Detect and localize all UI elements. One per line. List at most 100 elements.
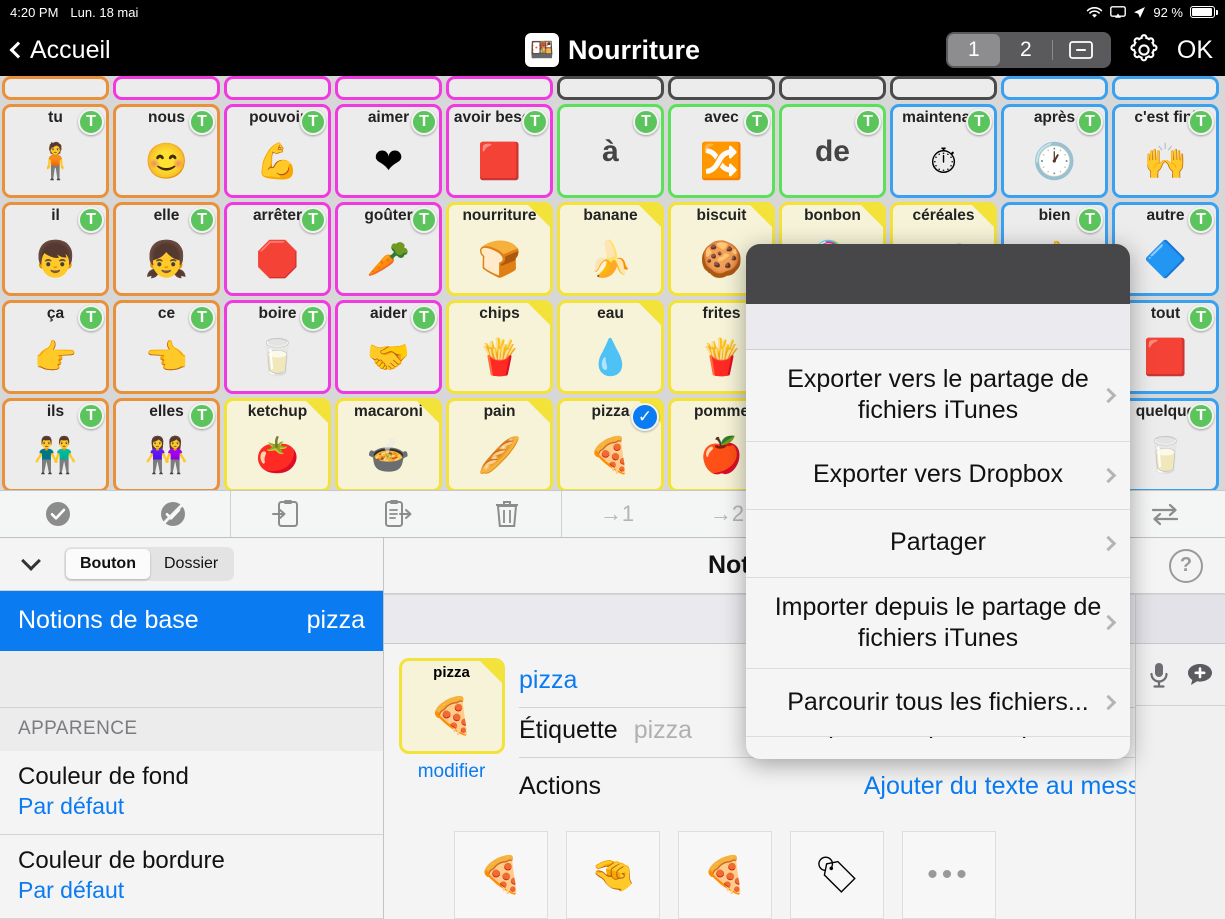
grid-cell[interactable] <box>557 76 664 100</box>
grid-cell-ce[interactable]: ce 👈 T <box>113 300 220 394</box>
grid-cell-art: 👈 <box>144 337 189 377</box>
image-picker-row: 🍕 🤏 🍕 🏷 ••• <box>384 817 1225 919</box>
text-badge: T <box>411 305 437 331</box>
gear-icon[interactable] <box>1125 31 1163 69</box>
grid-cell-label: avec <box>704 109 739 126</box>
grid-cell-art: 🟥 <box>1143 337 1188 377</box>
setting-border-color[interactable]: Couleur de bordure Par défaut <box>0 835 383 919</box>
grid-cell[interactable] <box>335 76 442 100</box>
grid-cell-label: chips <box>479 305 520 322</box>
grid-cell[interactable]: de T <box>779 104 886 198</box>
selected-board-label: Notions de base <box>18 606 199 635</box>
button-folder-segmented-control[interactable]: Bouton Dossier <box>64 546 235 581</box>
help-circle-icon[interactable]: ? <box>1169 548 1203 583</box>
grid-cell[interactable] <box>779 76 886 100</box>
grid-cell[interactable] <box>113 76 220 100</box>
selected-board-row[interactable]: Notions de base pizza <box>0 590 383 652</box>
grid-cell-aprs[interactable]: après 🕐 T <box>1001 104 1108 198</box>
popover-item-1[interactable]: Exporter vers Dropbox <box>746 442 1130 510</box>
swap-arrows-icon[interactable] <box>1150 501 1180 527</box>
grid-cell[interactable] <box>668 76 775 100</box>
corner-fold-icon <box>528 303 550 325</box>
grid-cell-avec[interactable]: avec 🔀 T <box>668 104 775 198</box>
grid-cell-banane[interactable]: banane 🍌 <box>557 202 664 296</box>
microphone-icon[interactable] <box>1148 661 1170 689</box>
grid-cell-il[interactable]: il 👦 T <box>2 202 109 296</box>
grid-cell-nous[interactable]: nous 😊 T <box>113 104 220 198</box>
grid-cell-label: autre <box>1146 207 1185 224</box>
tray-icon[interactable] <box>1053 34 1109 66</box>
no-select-icon[interactable] <box>159 500 187 528</box>
copy-out-icon[interactable] <box>382 499 412 529</box>
grid-cell[interactable] <box>890 76 997 100</box>
done-button[interactable]: OK <box>1177 36 1213 65</box>
grid-cell-nourriture[interactable]: nourriture 🍞 <box>446 202 553 296</box>
grid-cell[interactable]: àT <box>557 104 664 198</box>
corner-fold-icon <box>861 205 883 227</box>
grid-cell-a[interactable]: ça 👉 T <box>2 300 109 394</box>
grid-cell-arrter[interactable]: arrêter 🛑 T <box>224 202 331 296</box>
grid-cell-eau[interactable]: eau 💧 <box>557 300 664 394</box>
grid-cell-maintenant[interactable]: maintenant ⏱ T <box>890 104 997 198</box>
actions-field-key: Actions <box>519 772 601 800</box>
page-tab-1[interactable]: 1 <box>947 34 1000 66</box>
check-circle-icon[interactable] <box>44 500 72 528</box>
more-images-button[interactable]: ••• <box>902 831 996 919</box>
field-actions[interactable]: Actions Ajouter du texte au message <box>519 758 1212 813</box>
grid-cell-label: nourriture <box>462 207 537 224</box>
grid-cell-boire[interactable]: boire 🥛 T <box>224 300 331 394</box>
grid-cell-elles[interactable]: elles 👭 T <box>113 398 220 490</box>
grid-cell[interactable] <box>2 76 109 100</box>
grid-cell-cestfini[interactable]: c'est fini 🙌 T <box>1112 104 1219 198</box>
tab-bouton[interactable]: Bouton <box>66 548 150 579</box>
grid-cell-label: tu <box>48 109 63 126</box>
add-message-icon[interactable] <box>1186 662 1214 688</box>
grid-cell[interactable] <box>446 76 553 100</box>
page-tab-2[interactable]: 2 <box>1000 34 1052 66</box>
grid-cell[interactable] <box>1112 76 1219 100</box>
chevron-down-icon[interactable] <box>21 551 41 572</box>
grid-cell-aider[interactable]: aider 🤝 T <box>335 300 442 394</box>
grid-cell-pizza[interactable]: pizza 🍕 ✓ <box>557 398 664 490</box>
grid-cell-goter[interactable]: goûter 🥕 T <box>335 202 442 296</box>
grid-cell-pouvoir[interactable]: pouvoir 💪 T <box>224 104 331 198</box>
grid-cell-elle[interactable]: elle 👧 T <box>113 202 220 296</box>
text-badge: T <box>78 207 104 233</box>
sign-language-z-image[interactable]: 🤏 <box>566 831 660 919</box>
popover-item-label: Parcourir tous les fichiers... <box>787 687 1089 716</box>
grid-cell-label: c'est fini <box>1134 109 1197 126</box>
setting-background-color[interactable]: Couleur de fond Par défaut <box>0 751 383 835</box>
popover-item-clipped[interactable]: Importer depuis Dropbox <box>746 737 1130 759</box>
grid-cell-art: 🍟 <box>477 337 522 377</box>
grid-cell-ketchup[interactable]: ketchup 🍅 <box>224 398 331 490</box>
popover-item-4[interactable]: Parcourir tous les fichiers... <box>746 669 1130 737</box>
move-to-page-2-button[interactable]: →2 <box>710 501 744 527</box>
grid-cell-aimer[interactable]: aimer ❤ T <box>335 104 442 198</box>
button-thumbnail[interactable]: pizza 🍕 <box>398 658 505 754</box>
grid-cell-pain[interactable]: pain 🥖 <box>446 398 553 490</box>
grid-cell-ils[interactable]: ils 👬 T <box>2 398 109 490</box>
back-button[interactable]: Accueil <box>9 36 111 65</box>
page-segmented-control[interactable]: 1 2 <box>945 32 1111 68</box>
trash-icon[interactable] <box>494 499 520 529</box>
status-time: 4:20 PM <box>10 4 59 20</box>
grid-cell-macaroni[interactable]: macaroni 🍲 <box>335 398 442 490</box>
grid-cell-chips[interactable]: chips 🍟 <box>446 300 553 394</box>
pizza-pepperoni-image[interactable]: 🍕 <box>454 831 548 919</box>
grid-cell-tu[interactable]: tu 🧍 T <box>2 104 109 198</box>
grid-cell-avoirbesoin[interactable]: avoir besoin 🟥 T <box>446 104 553 198</box>
popover-item-0[interactable]: Exporter vers le partage de fichiers iTu… <box>746 350 1130 442</box>
pizza-mushroom-image[interactable]: 🍕 <box>678 831 772 919</box>
text-badge: T <box>189 109 215 135</box>
grid-cell-art: 👧 <box>144 239 189 279</box>
move-to-page-1-button[interactable]: →1 <box>600 501 634 527</box>
grid-cell-label: elles <box>149 403 184 420</box>
tab-dossier[interactable]: Dossier <box>150 549 232 579</box>
paste-in-icon[interactable] <box>272 499 300 529</box>
popover-item-2[interactable]: Partager <box>746 510 1130 578</box>
grid-cell[interactable] <box>224 76 331 100</box>
popover-item-3[interactable]: Importer depuis le partage de fichiers i… <box>746 578 1130 669</box>
edit-image-link[interactable]: modifier <box>418 761 486 783</box>
pizza-hut-logo-image[interactable]: 🏷 <box>790 831 884 919</box>
grid-cell[interactable] <box>1001 76 1108 100</box>
